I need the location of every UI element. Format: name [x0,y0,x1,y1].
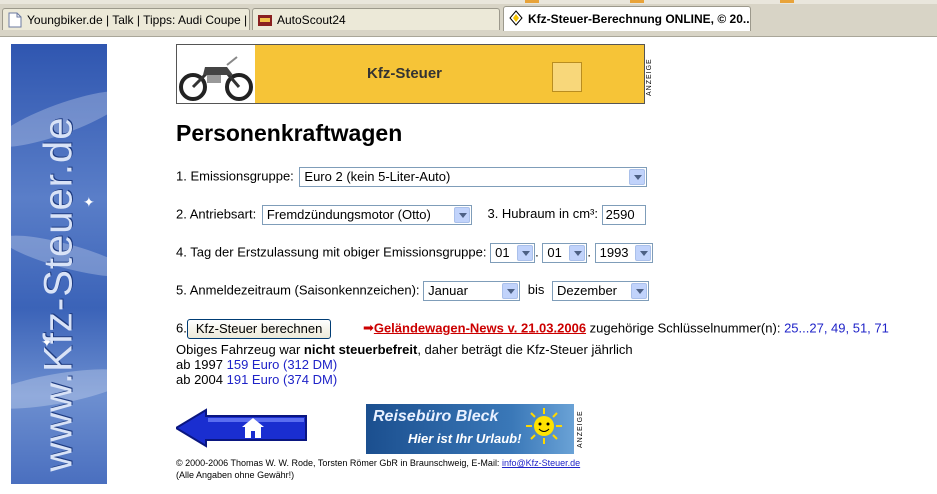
toolbar-edge-mark [630,0,644,3]
sparkle-icon: ✦ [83,194,95,210]
key-text: zugehörige Schlüsselnummer(n): [589,320,781,336]
emission-select[interactable]: Euro 2 (kein 5-Liter-Auto) [299,167,648,187]
news-link[interactable]: Geländewagen-News v. 21.03.2006 [374,320,586,335]
tab-label: Kfz-Steuer-Berechnung ONLINE, © 20... [528,12,751,26]
home-button[interactable] [176,408,308,448]
ad-label: ANZEIGE [646,58,653,96]
tax-1997-value: 159 Euro (312 DM) [226,357,338,372]
period-label: 5. Anmeldezeitraum (Saisonkennzeichen): [176,282,420,298]
displacement-input[interactable]: 2590 [601,205,646,225]
car-icon [258,15,272,26]
period-to-select[interactable]: Dezember [552,281,650,301]
result-line: ab 2004 191 Euro (374 DM) [176,372,633,387]
period-from-value: Januar [428,283,468,298]
ad-box [552,62,582,92]
site-banner[interactable]: ✦ ✦ www.Kfz-Steuer.de [11,44,107,484]
chevron-down-icon [517,245,534,261]
tax-2004-value: 191 Euro (374 DM) [226,372,338,387]
banner-text: www.Kfz-Steuer.de [36,116,81,472]
red-arrow-icon: ➡ [362,320,374,336]
chevron-down-icon [453,207,470,223]
sun-icon [526,408,562,444]
page-icon [8,12,22,28]
ad-title: Reisebüro Bleck [373,408,499,425]
month-value: 01 [547,245,562,260]
drive-value: Fremdzündungsmotor (Otto) [266,207,431,222]
chevron-down-icon [629,169,646,185]
motorcycle-image [177,45,255,103]
footer-copyright-line: © 2000-2006 Thomas W. W. Rode, Torsten R… [176,457,580,469]
result-line: ab 1997 159 Euro (312 DM) [176,357,633,372]
page-title: Personenkraftwagen [176,120,403,146]
period-to-value: Dezember [557,283,617,298]
key-numbers-link[interactable]: 25...27, 49, 51, 71 [784,320,889,335]
date-separator: . [535,244,539,260]
toolbar-edge-mark [525,0,539,3]
registration-date-row: 4. Tag der Erstzulassung mit obiger Emis… [176,243,653,263]
result-prefix: Obiges Fahrzeug war [176,342,304,357]
drive-row: 2. Antriebsart: Fremdzündungsmotor (Otto… [176,205,646,225]
drive-label: 2. Antriebsart: [176,206,257,222]
displacement-label: 3. Hubraum in cm³: [487,206,599,222]
tab-label: AutoScout24 [277,13,346,27]
disclaimer: (Alle Angaben ohne Gewähr!) [176,470,295,480]
result-suffix: , daher beträgt die Kfz-Steuer jährlich [417,342,633,357]
calculate-row: 6. Kfz-Steuer berechnen ➡Geländewagen-New… [176,319,889,339]
ad-title: Kfz-Steuer [367,65,443,82]
step-label: 6. [176,320,187,336]
ad-subtitle: Hier ist Ihr Urlaub! [408,431,522,446]
period-from-select[interactable]: Januar [423,281,521,301]
chevron-down-icon [502,283,519,299]
result-bold: nicht steuerbefreit [303,342,418,357]
toolbar-edge-mark [780,0,794,3]
tab-kfz-steuer[interactable]: Kfz-Steuer-Berechnung ONLINE, © 20... [503,6,751,31]
calculate-button[interactable]: Kfz-Steuer berechnen [186,319,332,339]
email-link[interactable]: info@Kfz-Steuer.de [502,458,580,468]
tab-autoscout[interactable]: AutoScout24 [252,8,500,30]
tab-bar-top-strip [0,0,937,4]
tab-label: Youngbiker.de | Talk | Tipps: Audi Coupe… [27,13,250,27]
emission-row: 1. Emissionsgruppe: Euro 2 (kein 5-Liter… [176,167,648,187]
emission-value: Euro 2 (kein 5-Liter-Auto) [304,169,451,184]
result-line: Obiges Fahrzeug war nicht steuerbefreit,… [176,342,633,357]
emission-label: 1. Emissionsgruppe: [176,168,294,184]
footer: © 2000-2006 Thomas W. W. Rode, Torsten R… [176,457,580,481]
date-separator: . [587,244,591,260]
year-value: 1993 [599,245,629,260]
month-select[interactable]: 01 [542,243,588,263]
result-year-label: ab 2004 [176,372,223,387]
ad-banner-kfz[interactable]: Kfz-Steuer [176,44,645,104]
ad-label: ANZEIGE [577,410,584,448]
drive-select[interactable]: Fremdzündungsmotor (Otto) [261,205,472,225]
year-select[interactable]: 1993 [594,243,653,263]
result-year-label: ab 1997 [176,357,223,372]
date-label: 4. Tag der Erstzulassung mit obiger Emis… [176,244,487,260]
day-select[interactable]: 01 [490,243,536,263]
browser-tab-bar: Youngbiker.de | Talk | Tipps: Audi Coupe… [0,0,937,37]
chevron-down-icon [631,283,648,299]
ad-banner-reisebuero[interactable]: Reisebüro Bleck Hier ist Ihr Urlaub! [366,404,574,454]
chevron-down-icon [569,245,586,261]
period-row: 5. Anmeldezeitraum (Saisonkennzeichen): … [176,281,650,301]
diamond-sign-icon [509,10,523,26]
copyright-text: © 2000-2006 Thomas W. W. Rode, Torsten R… [176,458,500,468]
chevron-down-icon [634,245,651,261]
tab-youngbiker[interactable]: Youngbiker.de | Talk | Tipps: Audi Coupe… [2,8,250,30]
period-to-label: bis [527,282,545,298]
result-text: Obiges Fahrzeug war nicht steuerbefreit,… [176,342,633,387]
day-value: 01 [495,245,510,260]
